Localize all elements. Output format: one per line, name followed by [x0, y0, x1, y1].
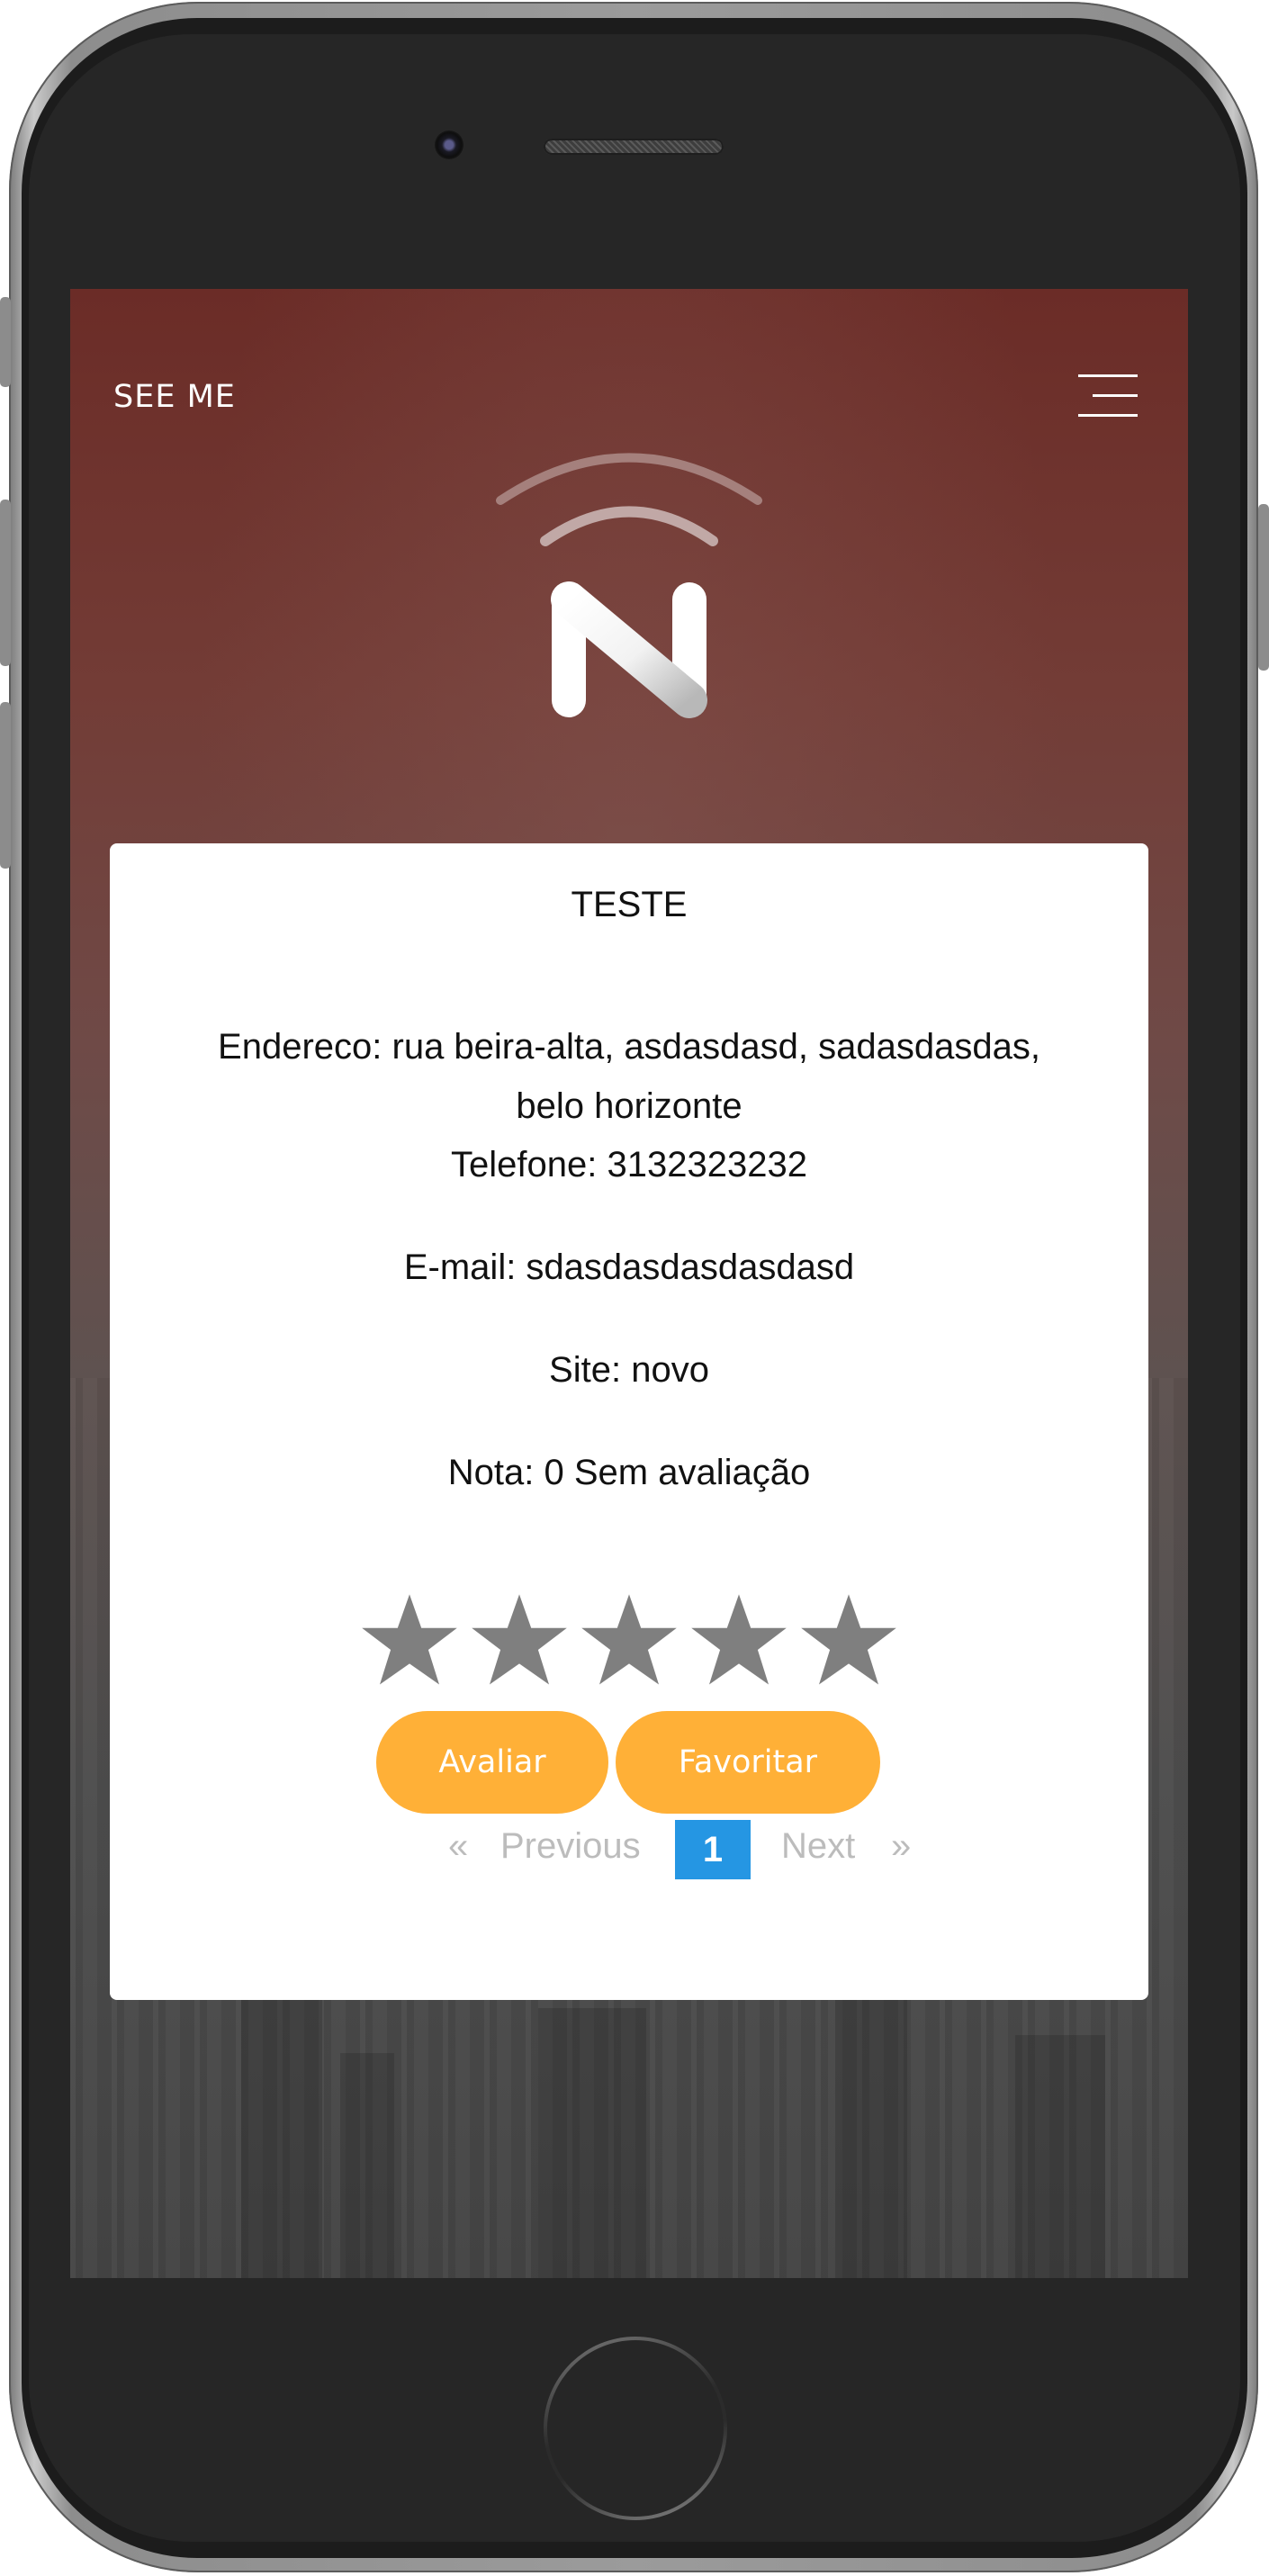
address-text: Endereco: rua beira-alta, asdasdasd, sad… [218, 1027, 1040, 1126]
site-text: Site: novo [549, 1350, 709, 1390]
home-button[interactable] [544, 2337, 727, 2520]
star-icon[interactable] [470, 1590, 569, 1689]
first-page-link[interactable]: « [448, 1826, 468, 1867]
building-silhouette [340, 2053, 394, 2278]
volume-up-button [0, 500, 11, 666]
building-silhouette [538, 2008, 646, 2278]
previous-page-link[interactable]: Previous [500, 1826, 641, 1867]
hamburger-icon [1078, 414, 1138, 417]
star-icon[interactable] [580, 1590, 679, 1689]
signal-arc-inner [540, 506, 718, 546]
next-page-link[interactable]: Next [781, 1826, 855, 1867]
star-icon[interactable] [360, 1590, 459, 1689]
app-screen: SEE ME TESTE Endereco: rua beira-alta, a… [70, 289, 1188, 2278]
hamburger-icon [1093, 394, 1138, 397]
last-page-link[interactable]: » [891, 1826, 911, 1867]
star-rating [110, 1590, 1148, 1689]
earpiece-speaker [544, 139, 724, 155]
n-signal-logo [496, 453, 762, 718]
building-silhouette [835, 1963, 907, 2278]
building-silhouette [241, 1981, 322, 2278]
mute-switch [0, 297, 11, 387]
rate-button[interactable]: Avaliar [376, 1711, 608, 1814]
signal-arc-outer [496, 453, 762, 505]
hamburger-menu-button[interactable] [1078, 374, 1141, 428]
hamburger-icon [1078, 374, 1138, 377]
brand-name[interactable]: SEE ME [113, 379, 236, 415]
email-text: E-mail: sdasdasdasdasdasd [403, 1247, 855, 1287]
favorite-button[interactable]: Favoritar [616, 1711, 880, 1814]
building-silhouette [1015, 2035, 1105, 2278]
power-button [1258, 504, 1269, 671]
pagination: « Previous Next » [110, 1805, 1148, 1868]
star-icon[interactable] [799, 1590, 898, 1689]
volume-down-button [0, 702, 11, 869]
current-page[interactable]: 1 [675, 1820, 751, 1879]
place-title: TESTE [571, 885, 688, 924]
n-diagonal [551, 581, 707, 718]
star-icon[interactable] [689, 1590, 788, 1689]
front-camera [435, 131, 464, 159]
rating-text: Nota: 0 Sem avaliação [447, 1453, 811, 1492]
phone-text: Telefone: 3132323232 [451, 1145, 807, 1184]
place-card: TESTE Endereco: rua beira-alta, asdasdas… [110, 843, 1148, 2000]
